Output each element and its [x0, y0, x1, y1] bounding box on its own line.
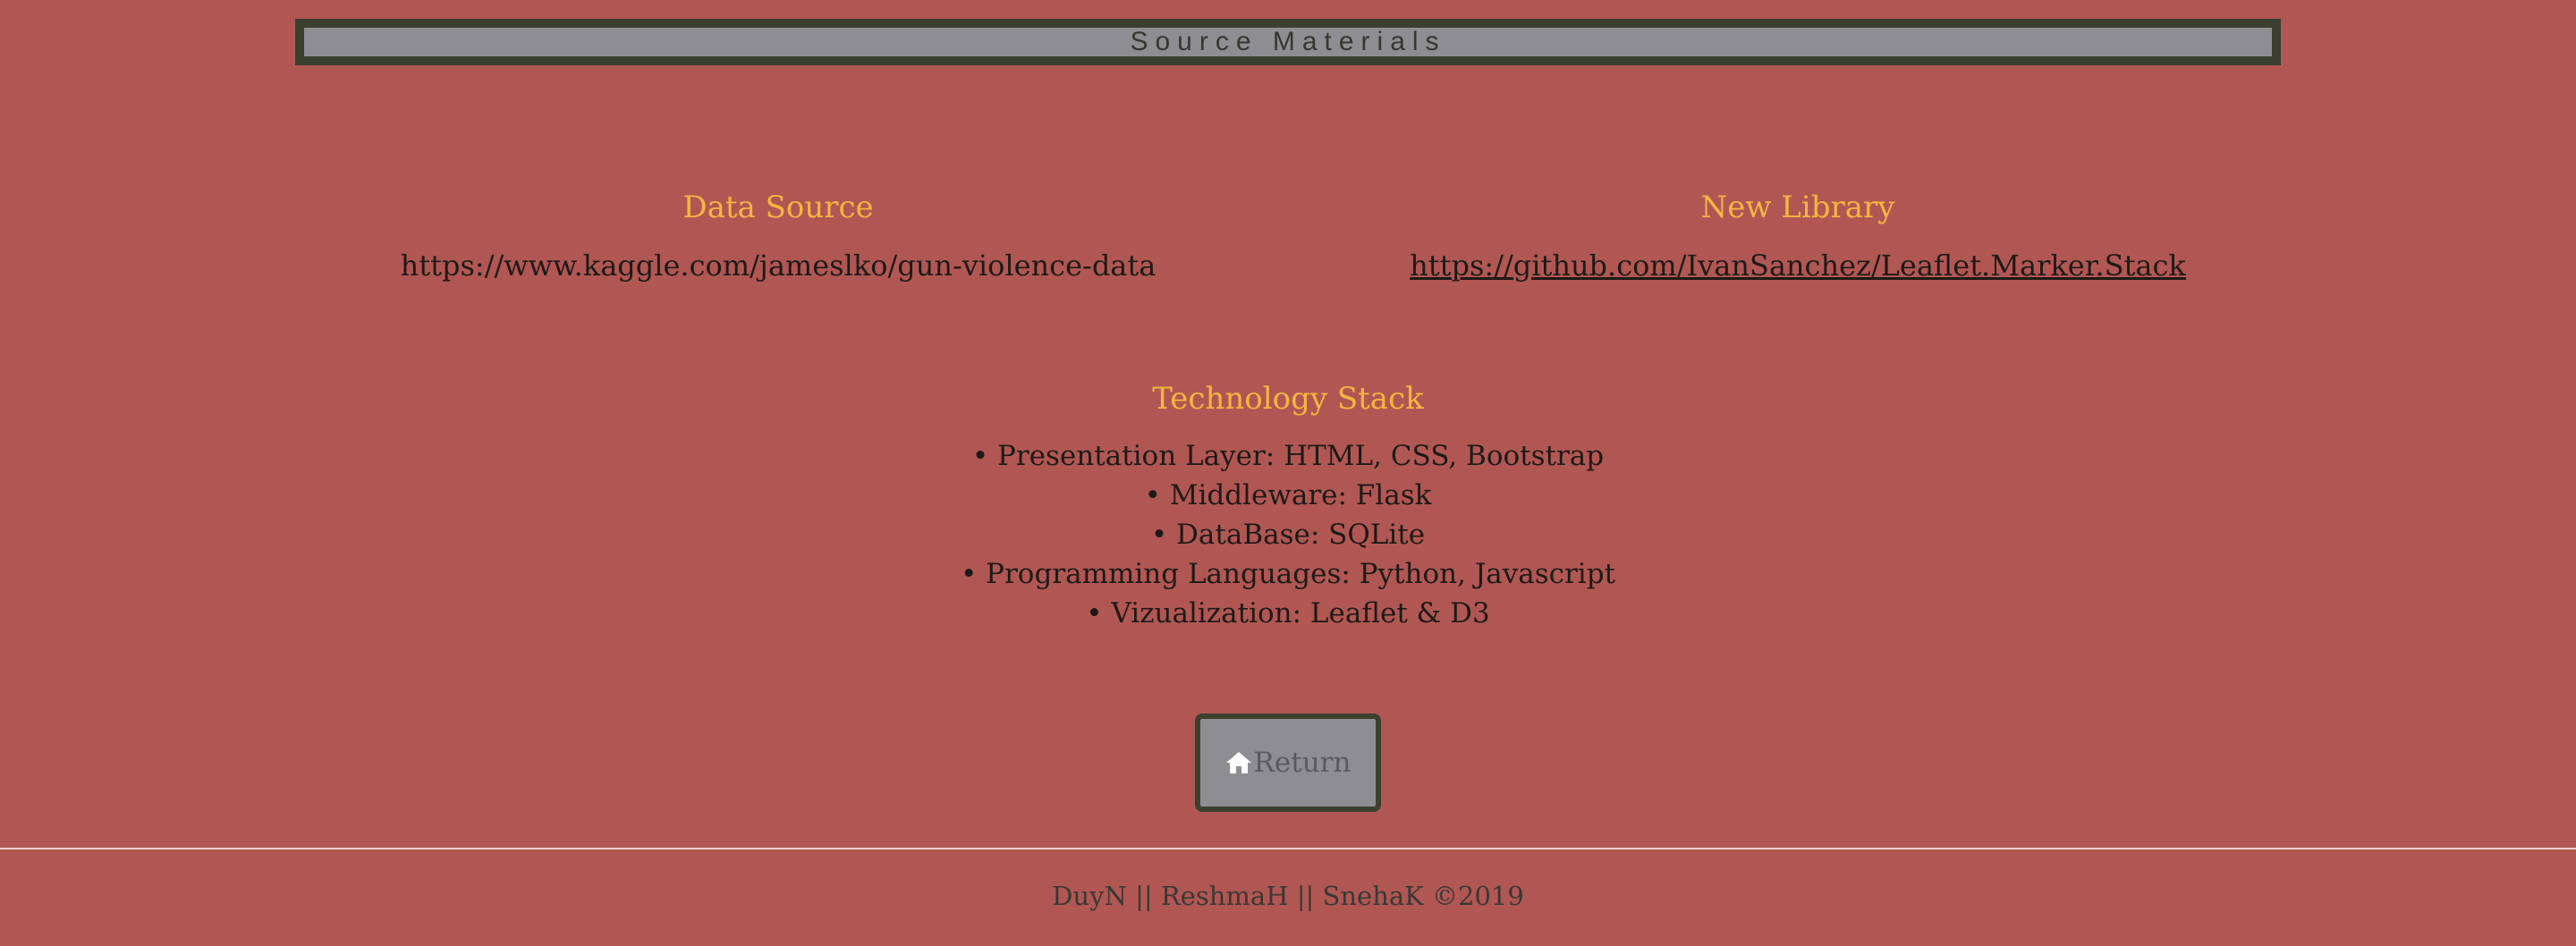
tech-stack-list: • Presentation Layer: HTML, CSS, Bootstr…	[961, 436, 1615, 633]
footer-text: DuyN || ReshmaH || SnehaK ©2019	[1052, 881, 1524, 911]
home-icon	[1225, 752, 1251, 773]
tech-stack-heading: Technology Stack	[1152, 381, 1424, 417]
return-button[interactable]: Return	[1195, 714, 1381, 812]
page: Source Materials Data Source https://www…	[0, 0, 2576, 946]
page-title: Source Materials	[1130, 27, 1446, 56]
list-item: • Vizualization: Leaflet & D3	[1086, 597, 1490, 629]
list-item: • Middleware: Flask	[1144, 479, 1432, 511]
list-item: • DataBase: SQLite	[1150, 519, 1426, 551]
data-source-text: https://www.kaggle.com/jameslko/gun-viol…	[400, 249, 1157, 283]
data-source-heading: Data Source	[682, 190, 874, 225]
new-library-link[interactable]: https://github.com/IvanSanchez/Leaflet.M…	[1410, 249, 2186, 283]
new-library-heading: New Library	[1700, 190, 1895, 225]
return-button-label: Return	[1253, 747, 1352, 779]
list-item: • Programming Languages: Python, Javascr…	[960, 558, 1616, 590]
title-bar: Source Materials	[295, 19, 2281, 65]
list-item: • Presentation Layer: HTML, CSS, Bootstr…	[971, 440, 1605, 472]
footer-divider	[0, 848, 2576, 849]
